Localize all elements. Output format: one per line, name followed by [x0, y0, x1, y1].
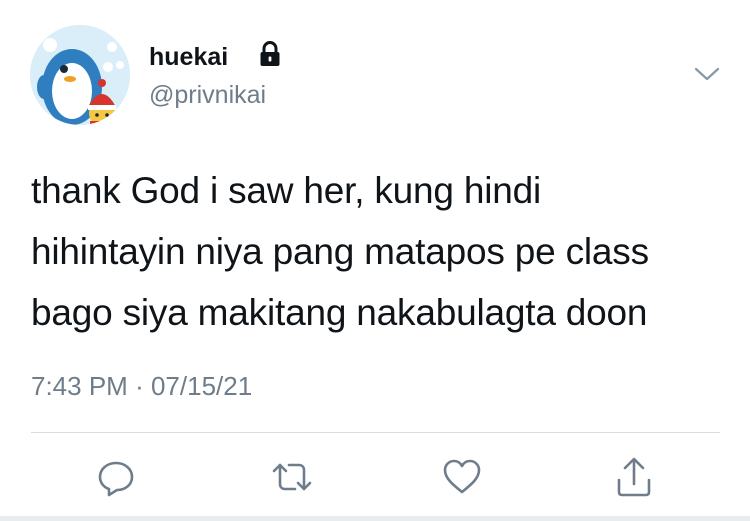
tweet-text-line: thank God i saw her, kung hindi [31, 170, 542, 211]
tweet-text-line: hihintayin niya pang matapos pe class [31, 231, 649, 272]
share-icon [617, 457, 651, 497]
heart-icon [443, 459, 481, 494]
chevron-down-icon[interactable] [694, 66, 720, 82]
tweet-time: 7:43 PM [31, 371, 128, 401]
retweet-icon [272, 463, 312, 491]
tweet-timestamp[interactable]: 7:43 PM · 07/15/21 [31, 370, 252, 402]
like-button[interactable] [440, 455, 484, 499]
lock-icon [260, 41, 280, 66]
timestamp-separator: · [135, 371, 144, 401]
tweet-text-line: bago siya makitang nakabulagta doon [31, 292, 648, 333]
bottom-separator [0, 516, 750, 521]
tweet-date: 07/15/21 [150, 371, 253, 401]
reply-button[interactable] [94, 455, 138, 499]
tweet-text: thank God i saw her, kung hindi hihintay… [31, 160, 731, 343]
share-button[interactable] [612, 455, 656, 499]
display-name[interactable]: huekai [149, 42, 228, 72]
avatar[interactable] [30, 25, 130, 125]
penguin-avatar-image [30, 25, 130, 125]
reply-icon [98, 461, 134, 497]
retweet-button[interactable] [270, 455, 314, 499]
user-handle[interactable]: @privnikai [149, 80, 266, 110]
divider [31, 432, 720, 433]
